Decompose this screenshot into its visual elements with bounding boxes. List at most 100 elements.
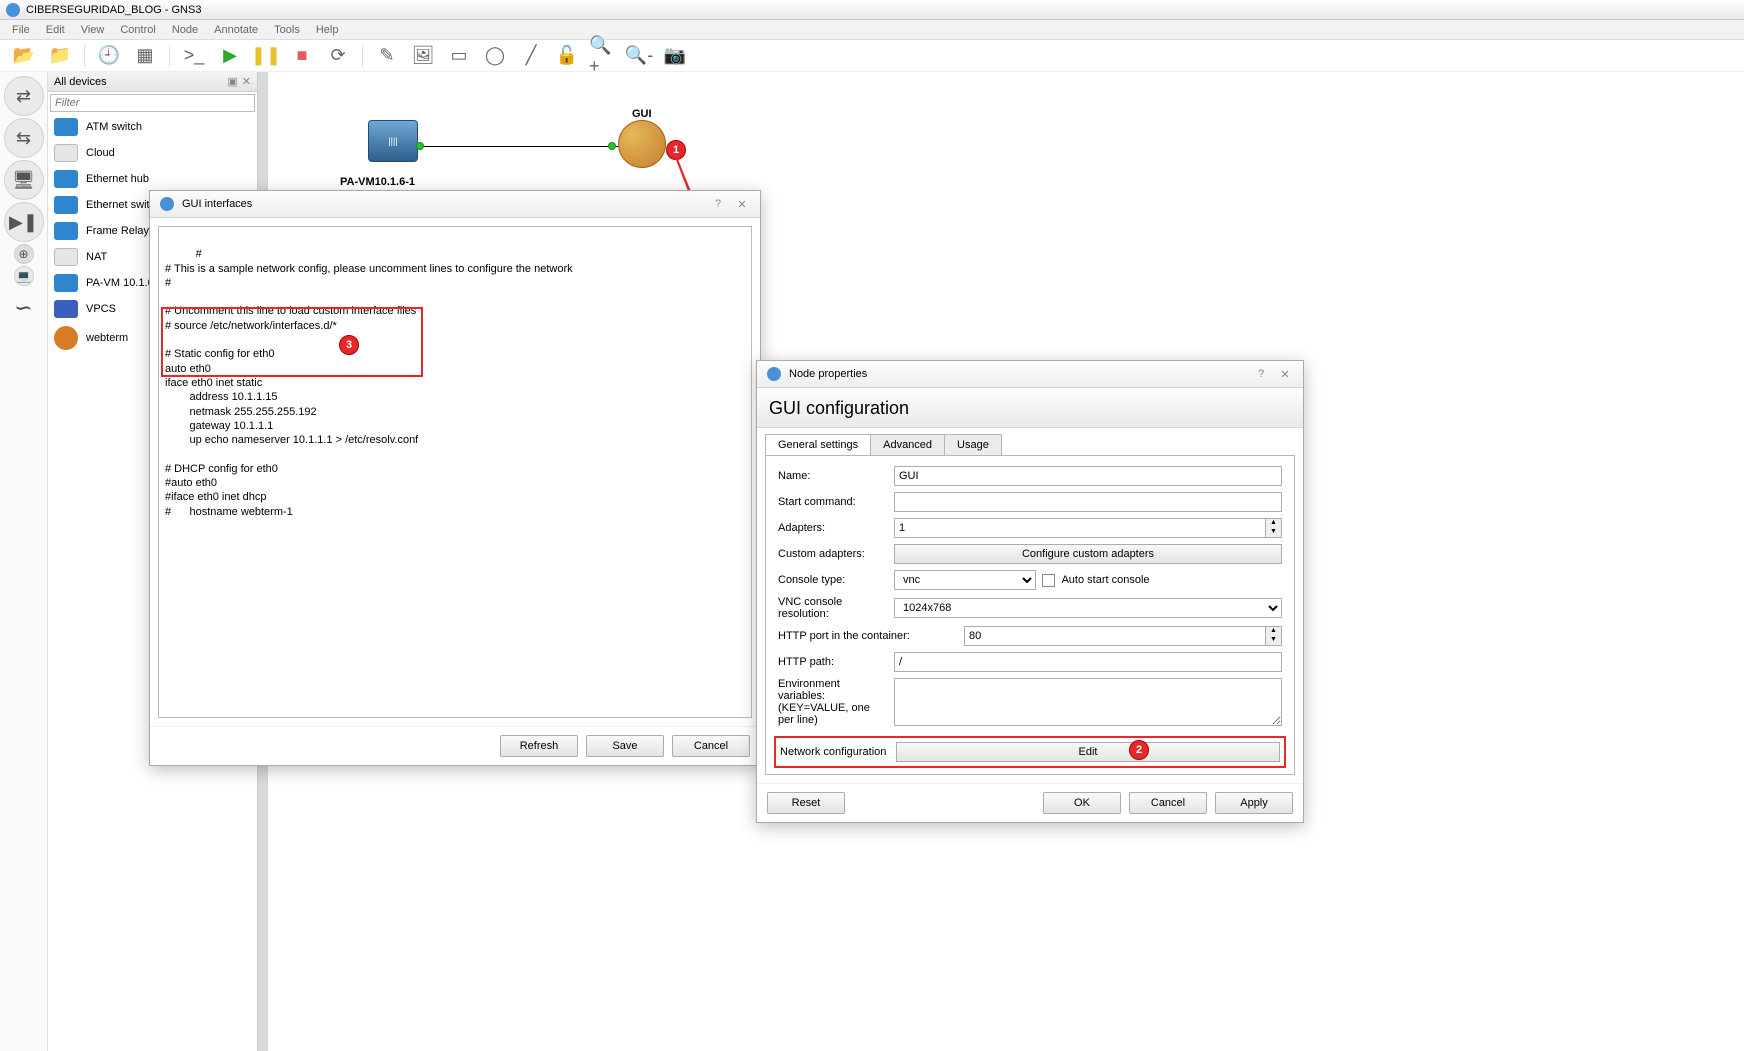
device-label: Ethernet hub [86, 173, 149, 185]
refresh-button[interactable]: Refresh [500, 735, 578, 757]
all-devices-icon[interactable]: ⊕ [14, 244, 34, 264]
topology-canvas[interactable]: GUI |||| PA-VM10.1.6-1 1 GUI interfaces … [258, 72, 1744, 1051]
dock-icon[interactable]: ▣ [227, 75, 237, 88]
menu-annotate[interactable]: Annotate [206, 24, 266, 36]
configure-adapters-button[interactable]: Configure custom adapters [894, 544, 1282, 564]
pavm-node[interactable]: |||| [368, 120, 418, 162]
tabs: General settings Advanced Usage [765, 434, 1295, 455]
device-label: Cloud [86, 147, 115, 159]
cancel-button[interactable]: Cancel [672, 735, 750, 757]
cable-icon[interactable]: ∽ [4, 288, 44, 328]
tab-general[interactable]: General settings [765, 434, 871, 455]
cancel-button[interactable]: Cancel [1129, 792, 1207, 814]
vncres-select[interactable]: 1024x768 [894, 598, 1282, 618]
port-dot [416, 142, 424, 150]
screenshot-icon[interactable]: 📷 [661, 42, 689, 70]
close-panel-icon[interactable]: ✕ [242, 75, 251, 88]
list-item[interactable]: Cloud [48, 140, 257, 166]
dialog-titlebar[interactable]: Node properties ? ✕ [757, 361, 1303, 388]
ok-button[interactable]: OK [1043, 792, 1121, 814]
vncres-label: VNC console resolution: [778, 596, 888, 620]
list-item[interactable]: Ethernet hub [48, 166, 257, 192]
edit-netconf-button[interactable]: Edit 2 [896, 742, 1280, 762]
gui-node[interactable] [618, 120, 666, 168]
help-icon[interactable]: ? [710, 198, 726, 210]
stop-icon[interactable]: ■ [288, 42, 316, 70]
menu-file[interactable]: File [4, 24, 38, 36]
gui-node-label: GUI [632, 108, 652, 120]
adapters-label: Adapters: [778, 522, 888, 534]
menu-tools[interactable]: Tools [266, 24, 308, 36]
link-line[interactable] [420, 146, 618, 147]
switches-icon[interactable]: ⇆ [4, 118, 44, 158]
autostart-checkbox[interactable] [1042, 574, 1055, 587]
menu-view[interactable]: View [73, 24, 113, 36]
close-icon[interactable]: ✕ [734, 198, 750, 211]
ellipse-icon[interactable]: ◯ [481, 42, 509, 70]
startcmd-input[interactable] [894, 492, 1282, 512]
end-devices-icon[interactable]: 🖥 [4, 160, 44, 200]
save-button[interactable]: Save [586, 735, 664, 757]
console-type-select[interactable]: vnc [894, 570, 1036, 590]
device-filter-input[interactable] [50, 94, 255, 112]
adapters-spinner[interactable]: ▲▼ [894, 518, 1282, 538]
help-icon[interactable]: ? [1253, 368, 1269, 380]
httpport-label: HTTP port in the container: [778, 630, 958, 642]
routers-icon[interactable]: ⇄ [4, 76, 44, 116]
grid-icon[interactable]: ▦ [131, 42, 159, 70]
security-icon[interactable]: ▶❚ [4, 202, 44, 242]
tab-usage[interactable]: Usage [944, 434, 1002, 455]
note-icon[interactable]: ✎ [373, 42, 401, 70]
annotation-2: 2 [1129, 740, 1149, 760]
tab-advanced[interactable]: Advanced [870, 434, 945, 455]
node-properties-dialog: Node properties ? ✕ GUI configuration Ge… [756, 360, 1304, 823]
spin-down-icon[interactable]: ▼ [1266, 528, 1281, 537]
menu-help[interactable]: Help [308, 24, 347, 36]
netconf-label: Network configuration [780, 746, 890, 758]
zoom-in-icon[interactable]: 🔍+ [589, 42, 617, 70]
httppath-label: HTTP path: [778, 656, 888, 668]
menu-control[interactable]: Control [112, 24, 163, 36]
add-link-icon[interactable]: 💻 [14, 266, 34, 286]
console-icon[interactable]: >_ [180, 42, 208, 70]
list-item[interactable]: ATM switch [48, 114, 257, 140]
env-textarea[interactable] [894, 678, 1282, 726]
interfaces-dialog: GUI interfaces ? ✕ # # This is a sample … [149, 190, 761, 766]
spin-up-icon[interactable]: ▲ [1266, 519, 1281, 528]
spin-up-icon[interactable]: ▲ [1266, 627, 1281, 636]
reset-button[interactable]: Reset [767, 792, 845, 814]
interfaces-textarea[interactable]: # # This is a sample network config, ple… [158, 226, 752, 718]
rect-icon[interactable]: ▭ [445, 42, 473, 70]
reload-icon[interactable]: ⟳ [324, 42, 352, 70]
play-icon[interactable]: ▶ [216, 42, 244, 70]
name-input[interactable] [894, 466, 1282, 486]
separator [362, 45, 363, 67]
lock-icon[interactable]: 🔓 [553, 42, 581, 70]
dialog-titlebar[interactable]: GUI interfaces ? ✕ [150, 191, 760, 218]
menu-node[interactable]: Node [164, 24, 206, 36]
httpport-spinner[interactable]: ▲▼ [964, 626, 1282, 646]
dialog-title: Node properties [789, 368, 867, 380]
httpport-input[interactable] [964, 626, 1266, 646]
app-icon [767, 367, 781, 381]
pause-icon[interactable]: ❚❚ [252, 42, 280, 70]
menu-edit[interactable]: Edit [38, 24, 73, 36]
annotation-3: 3 [339, 335, 359, 355]
httppath-input[interactable] [894, 652, 1282, 672]
clock-icon[interactable]: 🕘 [95, 42, 123, 70]
device-label: webterm [86, 332, 128, 344]
spin-down-icon[interactable]: ▼ [1266, 636, 1281, 645]
image-icon[interactable]: 🖼 [409, 42, 437, 70]
line-icon[interactable]: ╱ [517, 42, 545, 70]
close-icon[interactable]: ✕ [1277, 368, 1293, 381]
zoom-out-icon[interactable]: 🔍- [625, 42, 653, 70]
name-label: Name: [778, 470, 888, 482]
device-panel-title: All devices [54, 76, 107, 88]
device-label: PA-VM 10.1.6 [86, 277, 154, 289]
console-type-label: Console type: [778, 574, 888, 586]
device-panel-header: All devices ▣ ✕ [48, 72, 257, 92]
apply-button[interactable]: Apply [1215, 792, 1293, 814]
open-folder-icon[interactable]: 📁 [46, 42, 74, 70]
adapters-input[interactable] [894, 518, 1266, 538]
open-project-icon[interactable]: 📂 [10, 42, 38, 70]
